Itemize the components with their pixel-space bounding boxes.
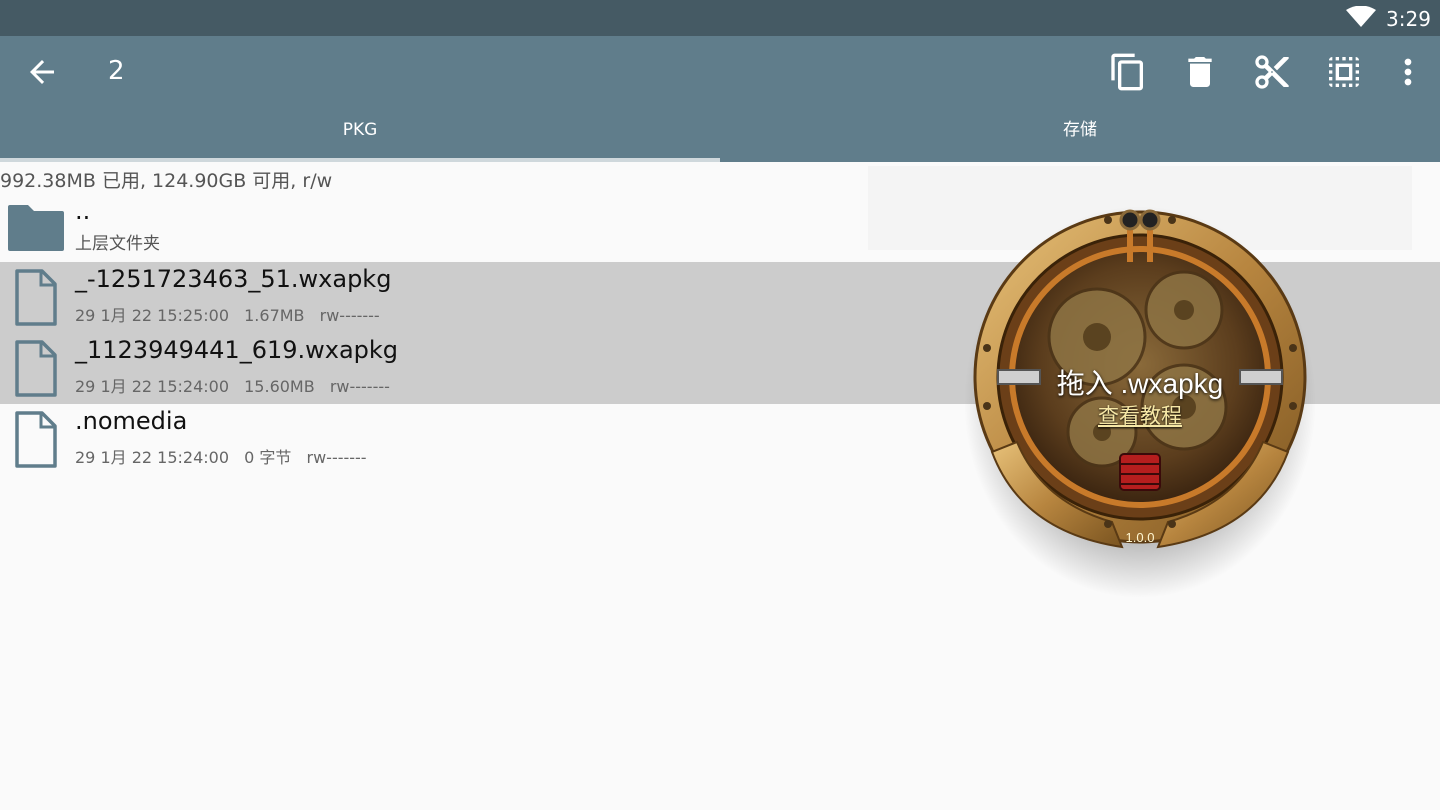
file-meta: 29 1月 22 15:25:00 1.67MB rw------- [75, 302, 390, 326]
parent-folder-label: 上层文件夹 [75, 234, 160, 254]
file-size: 15.60MB [244, 377, 315, 396]
cut-icon[interactable] [1252, 52, 1292, 92]
file-icon [15, 269, 57, 326]
page-title: 2 [108, 56, 125, 86]
version-label: 1.0.0 [1125, 530, 1155, 545]
file-name: .nomedia [75, 407, 188, 435]
delete-icon[interactable] [1180, 52, 1220, 92]
tab-pkg[interactable]: PKG [0, 106, 720, 162]
file-perm: rw------- [329, 377, 390, 396]
file-meta: 29 1月 22 15:24:00 15.60MB rw------- [75, 373, 400, 397]
back-icon[interactable] [24, 54, 60, 90]
tab-indicator [0, 158, 720, 162]
tab-storage[interactable]: 存储 [720, 106, 1440, 162]
tab-bar: PKG 存储 [0, 106, 1440, 162]
file-meta: 29 1月 22 15:24:00 0 字节 rw------- [75, 444, 377, 468]
status-bar: 3:29 [0, 0, 1440, 36]
status-time: 3:29 [1386, 7, 1431, 31]
file-name: _-1251723463_51.wxapkg [75, 265, 392, 293]
file-icon [15, 340, 57, 397]
copy-icon[interactable] [1108, 52, 1148, 92]
storage-info: 992.38MB 已用, 124.90GB 可用, r/w [0, 170, 333, 192]
parent-folder-row[interactable]: .. 上层文件夹 [0, 195, 860, 261]
select-all-icon[interactable] [1324, 52, 1364, 92]
more-vert-icon[interactable] [1388, 52, 1428, 92]
file-date: 29 1月 22 15:24:00 [75, 377, 230, 396]
file-size: 1.67MB [244, 306, 305, 325]
folder-icon [8, 205, 64, 251]
file-icon [15, 411, 57, 468]
file-perm: rw------- [306, 448, 367, 467]
file-date: 29 1月 22 15:25:00 [75, 306, 230, 325]
file-perm: rw------- [319, 306, 380, 325]
file-date: 29 1月 22 15:24:00 [75, 448, 230, 467]
tutorial-link[interactable]: 查看教程 [962, 400, 1318, 430]
drop-target-dial[interactable]: 拖入 .wxapkg 查看教程 1.0.0 [962, 202, 1318, 602]
parent-folder-name: .. [75, 197, 91, 225]
app-bar: 2 PKG 存储 [0, 36, 1440, 162]
drop-hint-text: 拖入 .wxapkg [1056, 368, 1224, 399]
file-name: _1123949441_619.wxapkg [75, 336, 399, 364]
file-size: 0 字节 [244, 448, 292, 467]
wifi-icon [1346, 6, 1376, 27]
